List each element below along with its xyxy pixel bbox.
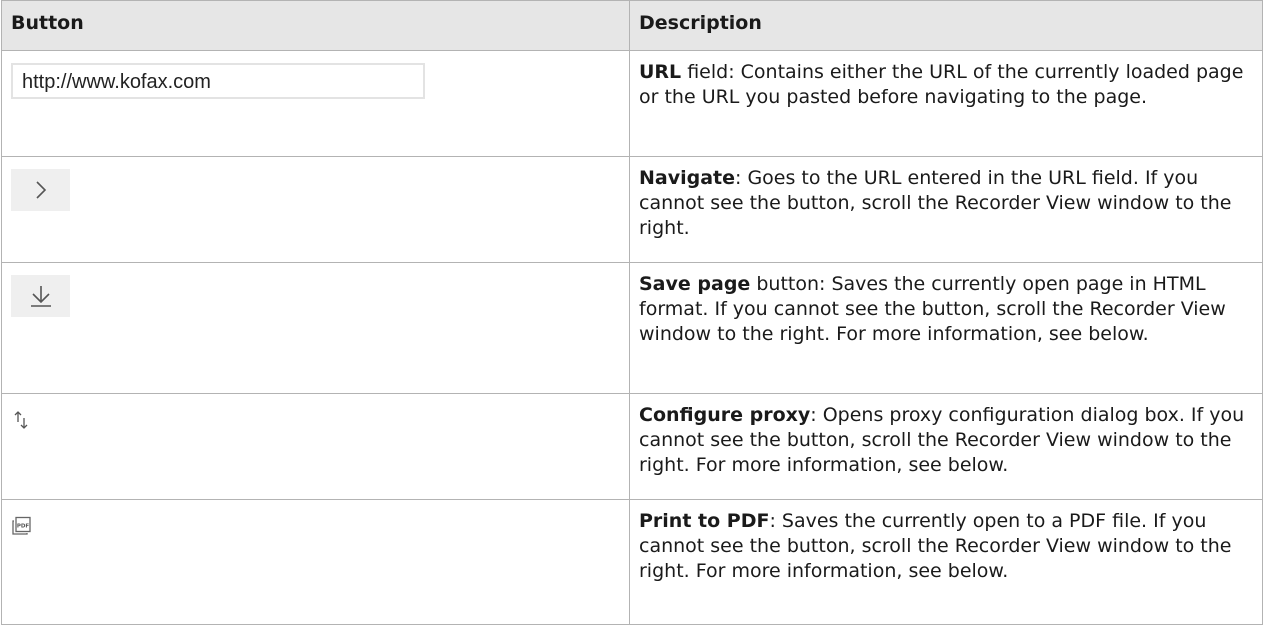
description-cell: URL field: Contains either the URL of th… — [629, 50, 1263, 157]
description-cell: Configure proxy: Opens proxy configurati… — [629, 393, 1263, 500]
term: Configure proxy — [639, 404, 811, 426]
proxy-arrows-icon[interactable] — [11, 410, 31, 430]
button-cell — [1, 156, 630, 263]
table-row: Navigate: Goes to the URL entered in the… — [1, 156, 1263, 263]
save-page-button[interactable] — [11, 275, 70, 317]
buttons-table: Button Description http://www.kofax.com … — [1, 0, 1263, 625]
header-row: Button Description — [1, 0, 1263, 51]
table-row: Configure proxy: Opens proxy configurati… — [1, 393, 1263, 500]
description-cell: Save page button: Saves the currently op… — [629, 262, 1263, 394]
navigate-button[interactable] — [11, 169, 70, 211]
button-cell — [1, 393, 630, 500]
button-cell: http://www.kofax.com — [1, 50, 630, 157]
term: URL — [639, 61, 682, 83]
button-cell: PDF — [1, 499, 630, 625]
url-field[interactable]: http://www.kofax.com — [11, 63, 425, 99]
download-icon — [30, 286, 51, 307]
table-row: http://www.kofax.com URL field: Contains… — [1, 50, 1263, 157]
term: Save page — [639, 273, 751, 295]
header-button: Button — [1, 0, 630, 51]
description-cell: Navigate: Goes to the URL entered in the… — [629, 156, 1263, 263]
description-cell: Print to PDF: Saves the currently open t… — [629, 499, 1263, 625]
pdf-icon[interactable]: PDF — [11, 516, 31, 536]
term: Print to PDF — [639, 510, 770, 532]
button-cell — [1, 262, 630, 394]
term: Navigate — [639, 167, 736, 189]
pdf-icon-label: PDF — [17, 524, 30, 530]
chevron-right-icon — [35, 181, 46, 199]
table-row: Save page button: Saves the currently op… — [1, 262, 1263, 394]
table-row: PDF Print to PDF: Saves the currently op… — [1, 499, 1263, 625]
description-text: field: Contains either the URL of the cu… — [639, 61, 1244, 108]
header-description: Description — [629, 0, 1263, 51]
